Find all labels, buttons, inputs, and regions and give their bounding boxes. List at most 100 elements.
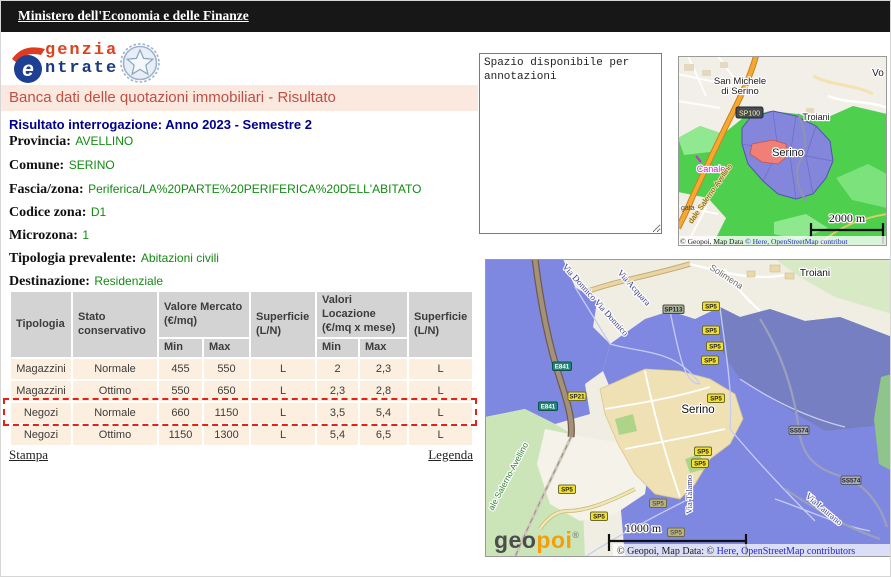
road-badge-sp5: SP5 xyxy=(692,459,709,468)
road-badge-ss574: SS574 xyxy=(841,476,861,485)
col-header-valori-locazione: Valori Locazione (€/mq x mese) xyxy=(317,292,407,337)
col-header-max: Max xyxy=(360,339,407,357)
table-row: MagazziniNormale455550L22,3L xyxy=(11,359,472,379)
road-badge-sp5: SP5 xyxy=(695,447,712,456)
attribution-text: © Geopoi, Map Data: © xyxy=(617,546,717,557)
cell-vm-min: 660 xyxy=(159,403,202,423)
road-badge-sp5: SP5 xyxy=(559,485,576,494)
annotations-textarea[interactable]: Spazio disponibile per annotazioni xyxy=(479,53,662,234)
ministry-bar: Ministero dell'Economia e delle Finanze xyxy=(1,1,891,32)
cell-vm-max: 1150 xyxy=(204,403,249,423)
field-label: Comune: xyxy=(9,158,64,173)
cell-tipologia: Negozi xyxy=(11,403,71,423)
badge-label: E841 xyxy=(541,404,556,411)
result-title: Risultato interrogazione: Anno 2023 - Se… xyxy=(9,117,312,132)
road-badge-sp5: SP5 xyxy=(591,512,608,521)
cell-tipologia: Negozi xyxy=(11,425,71,445)
badge-label: SP5 xyxy=(593,514,605,521)
cell-vl-min: 2 xyxy=(317,359,358,379)
detail-map[interactable]: Via Donnico Via Donnico Via Acquara Soli… xyxy=(485,259,891,557)
col-header-tipologia: Tipologia xyxy=(11,292,71,357)
cell-sup2: L xyxy=(409,359,472,379)
field-value: 1 xyxy=(82,228,89,242)
field-fascia-zona: Fascia/zona: Periferica/LA%20PARTE%20PER… xyxy=(9,180,421,198)
logo-geo: geo xyxy=(494,527,536,553)
overview-map[interactable]: San Michele di Serino SP100 Troiani Seri… xyxy=(678,56,887,246)
road-badge-sp21: SP21 xyxy=(568,392,586,401)
road-badge-sp5: SP5 xyxy=(707,342,724,351)
col-header-superficie-2: Superficie (L/N) xyxy=(409,292,472,357)
place-label-serino: Serino xyxy=(772,147,804,159)
field-codice-zona: Codice zona: D1 xyxy=(9,203,106,221)
badge-label: SP5 xyxy=(709,344,721,351)
table-row: MagazziniOttimo550650L2,32,8L xyxy=(11,381,472,401)
cell-sup1: L xyxy=(251,359,315,379)
road-badge-sp5-muted: SP5 xyxy=(668,528,685,537)
cell-stato: Ottimo xyxy=(73,381,157,401)
field-value: D1 xyxy=(91,205,106,219)
road-badge-sp5: SP5 xyxy=(702,356,719,365)
badge-label: SP100 xyxy=(739,111,760,118)
col-header-stato: Stato conservativo xyxy=(73,292,157,357)
badge-label: SP5 xyxy=(705,328,717,335)
road-badge-sp113: SP113 xyxy=(663,305,684,314)
logo-e-letter: e xyxy=(22,58,34,81)
place-label-serino: Serino xyxy=(681,404,714,416)
col-header-min: Min xyxy=(159,339,202,357)
field-label: Fascia/zona: xyxy=(9,182,84,197)
field-label: Destinazione: xyxy=(9,274,90,289)
cell-sup2: L xyxy=(409,403,472,423)
col-header-max: Max xyxy=(204,339,249,357)
cell-vm-min: 550 xyxy=(159,381,202,401)
cell-vm-max: 550 xyxy=(204,359,249,379)
cell-vl-max: 5,4 xyxy=(360,403,407,423)
badge-label: SP5 xyxy=(704,358,716,365)
road-badge-sp5: SP5 xyxy=(703,326,720,335)
table-row: NegoziOttimo11501300L5,46,5L xyxy=(11,425,472,445)
scale-label: 1000 m xyxy=(625,521,662,535)
attribution-link-osm[interactable]: OpenStreetMap contributors xyxy=(741,546,855,557)
badge-label: SP5 xyxy=(670,530,682,537)
cell-sup2: L xyxy=(409,381,472,401)
cell-stato: Normale xyxy=(73,359,157,379)
stampa-link[interactable]: Stampa xyxy=(9,447,48,463)
attribution-link-here[interactable]: Here xyxy=(717,546,737,557)
place-label-vo: Vo xyxy=(872,68,884,79)
field-microzona: Microzona: 1 xyxy=(9,226,89,244)
geopoi-logo: geopoi® xyxy=(494,527,580,553)
road-badge-sp100: SP100 xyxy=(736,107,763,118)
badge-label: SP5 xyxy=(561,487,573,494)
scale-label: 2000 m xyxy=(829,211,866,225)
field-destinazione: Destinazione: Residenziale xyxy=(9,272,163,290)
road-badge-ss574: SS574 xyxy=(789,426,809,435)
attribution-link[interactable]: © Here, OpenStreetMap contribut xyxy=(745,237,848,246)
cell-vl-min: 5,4 xyxy=(317,425,358,445)
place-label-troiani: Troiani xyxy=(802,112,829,122)
badge-label: SP5 xyxy=(652,501,664,508)
cell-sup1: L xyxy=(251,425,315,445)
field-value: Periferica/LA%20PARTE%20PERIFERICA%20DEL… xyxy=(88,182,421,196)
field-value: Residenziale xyxy=(94,274,163,288)
cell-stato: Normale xyxy=(73,403,157,423)
page-title: Banca dati delle quotazioni immobiliari … xyxy=(1,85,478,111)
badge-label: SS574 xyxy=(790,428,809,435)
badge-label: SP21 xyxy=(569,394,585,401)
cell-vl-max: 2,8 xyxy=(360,381,407,401)
ministry-link[interactable]: Ministero dell'Economia e delle Finanze xyxy=(18,8,249,24)
quotations-table: Tipologia Stato conservativo Valore Merc… xyxy=(9,290,474,447)
badge-label: SP113 xyxy=(664,307,683,314)
field-label: Codice zona: xyxy=(9,205,86,220)
cell-vl-max: 6,5 xyxy=(360,425,407,445)
badge-label: SS574 xyxy=(842,478,861,485)
agenzia-entrate-mark-icon: e xyxy=(9,41,49,85)
italy-emblem-icon xyxy=(119,42,161,84)
cell-tipologia: Magazzini xyxy=(11,359,71,379)
cell-vl-min: 3,5 xyxy=(317,403,358,423)
legenda-link[interactable]: Legenda xyxy=(403,447,473,463)
badge-label: SP5 xyxy=(705,304,717,311)
street-label-via-talamo: Via Talamo xyxy=(684,475,694,514)
road-badge-sp5: SP5 xyxy=(708,394,725,403)
logo-text-entrate: ntrate xyxy=(45,59,118,78)
road-badge-sp5-muted: SP5 xyxy=(650,499,667,508)
col-header-superficie-1: Superficie (L/N) xyxy=(251,292,315,357)
